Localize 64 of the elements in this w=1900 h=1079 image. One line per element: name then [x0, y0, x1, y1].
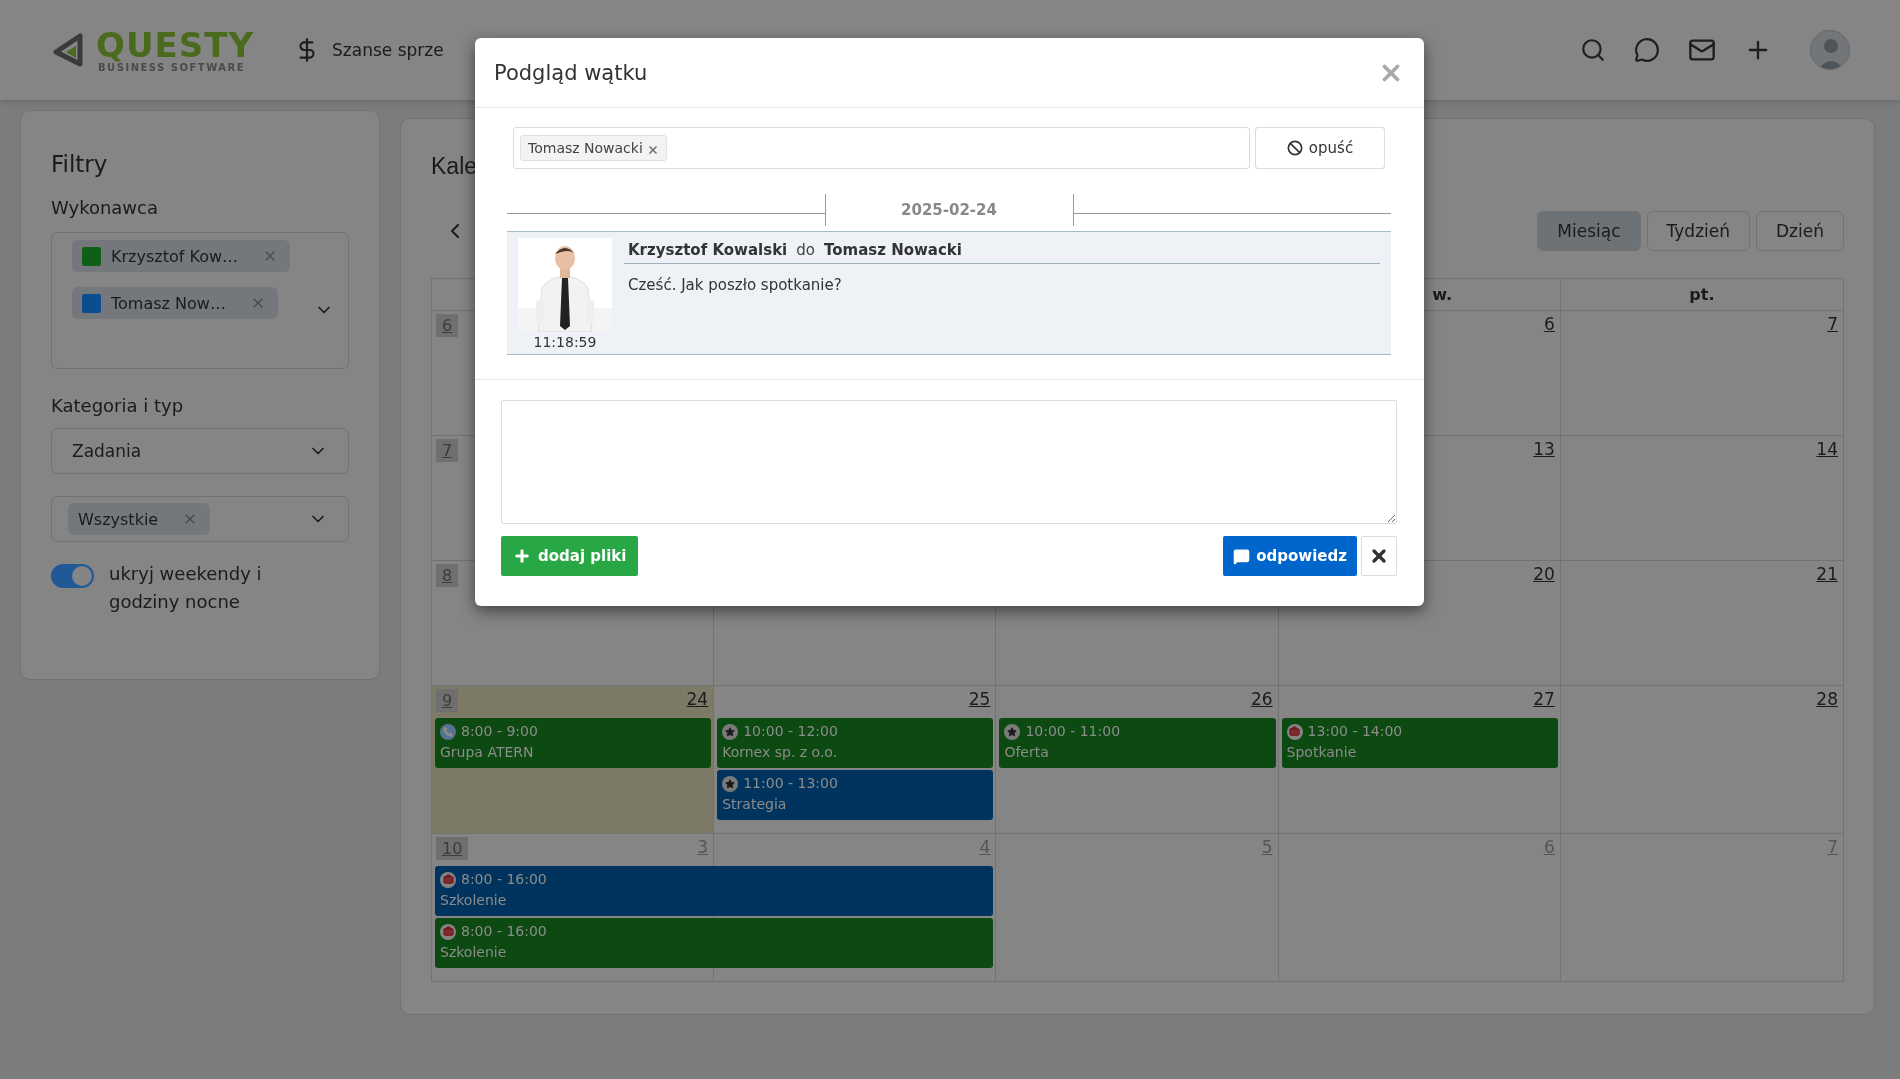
date-separator: 2025-02-24	[824, 194, 1074, 226]
view-button[interactable]: Miesiąc	[1537, 211, 1641, 251]
day-number[interactable]: 20	[1533, 564, 1557, 584]
calendar-title: Kale	[431, 152, 478, 181]
briefcase-icon	[440, 923, 456, 940]
day-number[interactable]: 13	[1533, 439, 1557, 459]
day-number[interactable]: 24	[686, 689, 711, 709]
plus-icon	[513, 547, 531, 565]
toggle-label: ukryj weekendy i godziny nocne	[109, 562, 263, 614]
reply-button[interactable]: odpowiedz	[1223, 536, 1357, 576]
leave-button[interactable]: opuść	[1255, 127, 1385, 169]
type-chip[interactable]: Wszystkie	[68, 503, 211, 535]
speech-bubble-icon	[1233, 547, 1251, 565]
type-select[interactable]: Wszystkie	[51, 496, 349, 542]
calendar-event[interactable]: 8:00 - 16:00 Szkolenie	[435, 866, 994, 916]
message-time: 11:18:59	[533, 334, 597, 350]
calendar-event[interactable]: 13:00 - 14:00 Spotkanie	[1281, 718, 1558, 768]
close-icon	[1369, 546, 1389, 566]
category-select[interactable]: Zadania	[51, 428, 349, 474]
day-number[interactable]: 6	[1543, 314, 1557, 334]
weekday-header: w.	[1432, 285, 1453, 304]
calendar-event[interactable]: 10:00 - 12:00 Kornex sp. z o.o.	[717, 718, 994, 768]
toggle-switch[interactable]	[51, 564, 94, 588]
phone-icon	[440, 723, 456, 740]
recipient-chip[interactable]: Tomasz Nowacki	[520, 135, 667, 161]
panel-title: Filtry	[51, 151, 109, 177]
calendar-event[interactable]: 8:00 - 9:00 Grupa ATERN	[435, 718, 712, 768]
nav-link[interactable]: Szanse sprze	[294, 37, 444, 63]
assignee-chip[interactable]: Krzysztof Kow…	[72, 240, 291, 272]
day-number[interactable]: 14	[1816, 439, 1840, 459]
day-number[interactable]: 28	[1816, 689, 1840, 709]
day-number[interactable]: 7	[1827, 314, 1840, 334]
view-button[interactable]: Tydzień	[1646, 211, 1750, 251]
logo-name: QUESTY	[96, 27, 255, 62]
field-label: Wykonawca	[51, 197, 159, 218]
field-label: Kategoria i typ	[51, 395, 185, 416]
cancel-button[interactable]	[1361, 536, 1397, 576]
weekday-header: pt.	[1689, 285, 1715, 304]
calendar-event[interactable]: 11:00 - 13:00 Strategia	[717, 770, 994, 820]
calendar-event[interactable]: 8:00 - 16:00 Szkolenie	[435, 918, 994, 968]
view-button[interactable]: Dzień	[1756, 211, 1844, 251]
sender-name: Krzysztof Kowalski	[628, 241, 788, 259]
chat-icon[interactable]	[1634, 37, 1660, 63]
briefcase-icon	[440, 871, 456, 888]
reply-field[interactable]	[501, 400, 1397, 524]
ban-icon	[1286, 140, 1303, 156]
assignee-chip[interactable]: Tomasz Now…	[72, 287, 278, 319]
search-icon[interactable]	[1580, 37, 1606, 63]
assignee-select[interactable]: Krzysztof Kow… Tomasz Now…	[51, 232, 349, 369]
logo-tagline: BUSINESS SOFTWARE	[98, 61, 245, 73]
day-number[interactable]: 21	[1816, 564, 1840, 584]
dialog-title: Podgląd wątku	[494, 60, 648, 85]
to-label: do	[796, 241, 815, 259]
add-files-button[interactable]: dodaj pliki	[501, 536, 639, 576]
day-number[interactable]: 25	[968, 689, 993, 709]
message-text: Cześć. Jak poszło spotkanie?	[627, 275, 843, 294]
recipient-name: Tomasz Nowacki	[823, 241, 962, 259]
recipients-field[interactable]: Tomasz Nowacki	[513, 127, 1250, 169]
day-number[interactable]: 26	[1250, 689, 1275, 709]
avatar[interactable]	[1810, 30, 1850, 70]
remove-icon[interactable]	[646, 144, 659, 156]
briefcase-icon	[1286, 723, 1303, 740]
calendar-event[interactable]: 10:00 - 11:00 Oferta	[999, 718, 1276, 768]
day-number[interactable]: 27	[1533, 689, 1557, 709]
